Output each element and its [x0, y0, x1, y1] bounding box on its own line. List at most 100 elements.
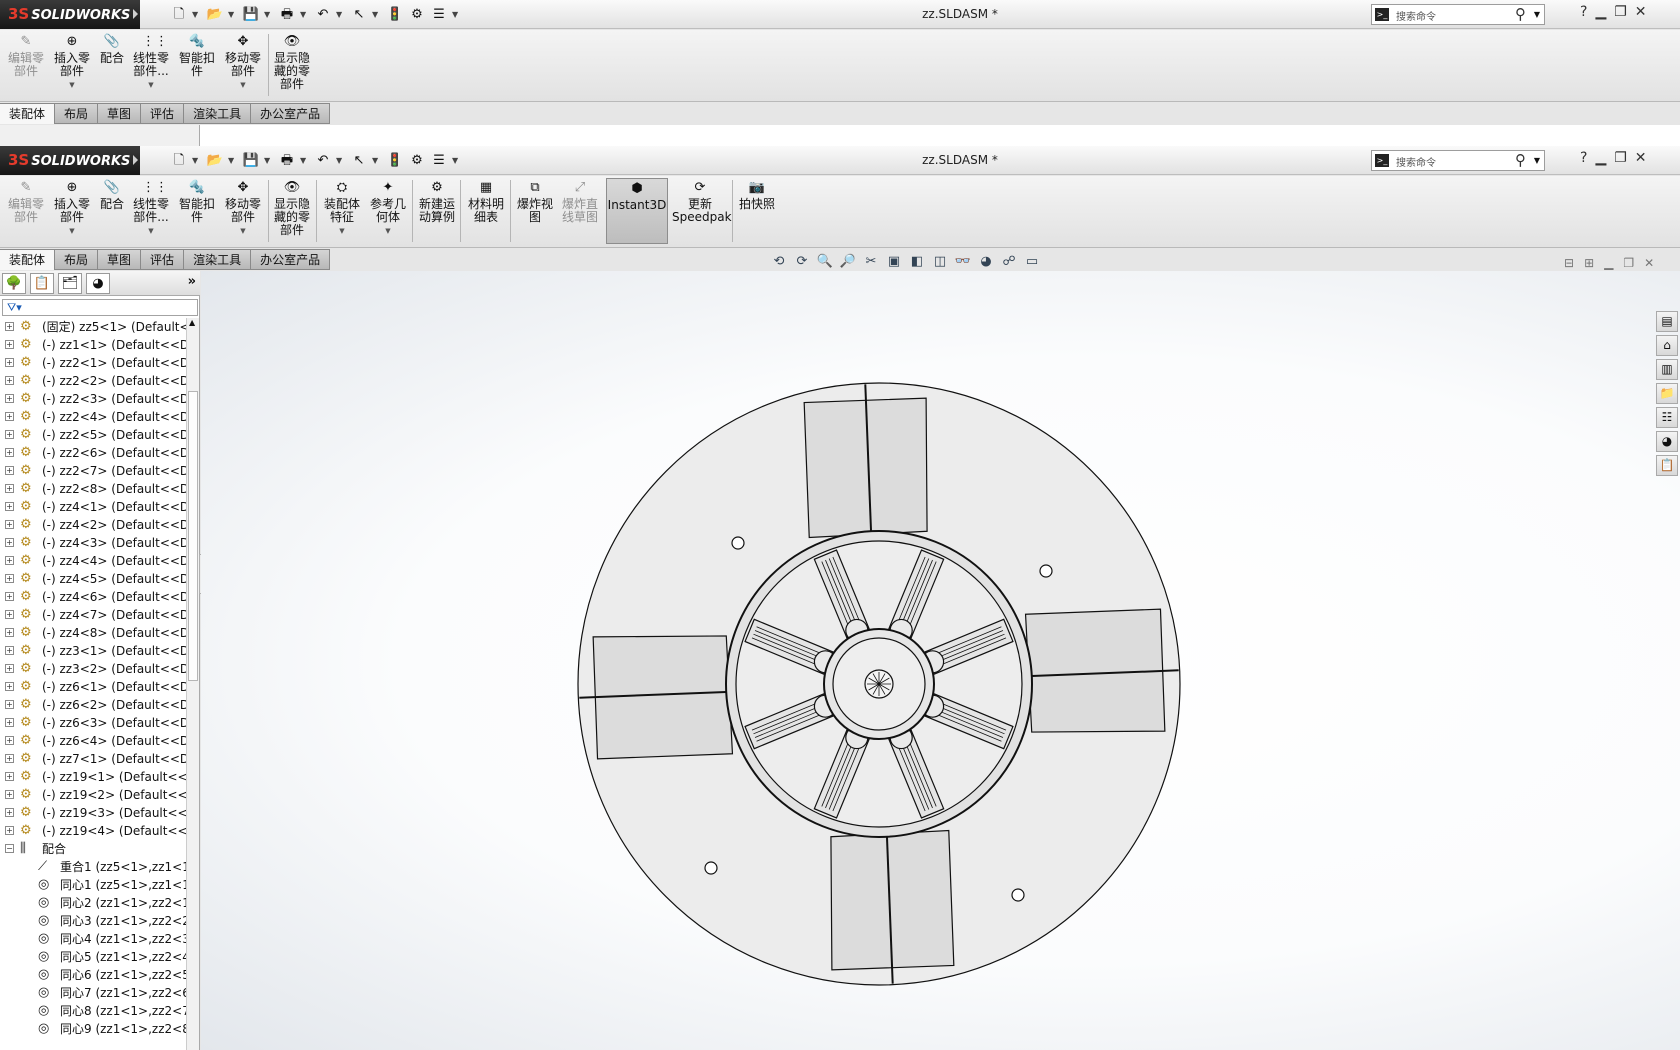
expand-icon[interactable]: +	[5, 448, 14, 457]
tab-evaluate[interactable]: 评估	[141, 103, 185, 124]
update-speedpak-button[interactable]: ⟳ 更新 Speedpak	[672, 180, 732, 242]
expand-icon[interactable]: +	[5, 394, 14, 403]
search-commands[interactable]: >_ 搜索命令 ⚲ ▼	[1371, 4, 1545, 25]
tab-office-products[interactable]: 办公室产品	[251, 249, 331, 270]
tree-item-mate[interactable]: ◎ 同心8 (zz1<1>,zz2<7:	[0, 1002, 186, 1020]
print-icon[interactable]: 🖶	[278, 7, 296, 23]
graphics-area[interactable]	[201, 271, 1680, 1050]
bom-button[interactable]: ▦ 材料明 细表	[464, 180, 508, 242]
tab-sketch[interactable]: 草图	[98, 249, 142, 270]
minimize-icon[interactable]: ▁	[1595, 4, 1606, 20]
expand-icon[interactable]: +	[5, 700, 14, 709]
tab-sketch[interactable]: 草图	[98, 103, 142, 124]
view-settings-icon[interactable]: ☍	[1000, 254, 1018, 269]
chevron-down-icon[interactable]: ▼	[1534, 10, 1540, 19]
tree-item-component[interactable]: + ⚙ (-) zz2<7> (Default<<De	[0, 462, 186, 480]
solidworks-logo[interactable]: 3S SOLIDWORKS	[0, 146, 140, 175]
tree-item-mates-group[interactable]: − ⫼ 配合	[0, 840, 186, 858]
tree-item-component[interactable]: + ⚙ (-) zz4<4> (Default<<De	[0, 552, 186, 570]
expand-icon[interactable]: +	[5, 556, 14, 565]
open-icon[interactable]: 📂	[206, 7, 224, 23]
hide-show-icon[interactable]: ◫	[931, 254, 949, 269]
view-orientation-icon[interactable]: ▣	[885, 254, 903, 269]
minimize-icon[interactable]: ▁	[1595, 150, 1606, 166]
edit-component-button[interactable]: ✎ 编辑零 部件	[6, 180, 46, 242]
tree-item-component[interactable]: + ⚙ (-) zz4<3> (Default<<De	[0, 534, 186, 552]
tab-office-products[interactable]: 办公室产品	[251, 103, 331, 124]
rotate-view-icon[interactable]: ⟳	[793, 254, 811, 269]
undo-icon[interactable]: ↶	[314, 153, 332, 169]
design-library-icon[interactable]: ⌂	[1656, 335, 1678, 356]
tree-item-component[interactable]: + ⚙ (-) zz7<1> (Default<<De	[0, 750, 186, 768]
tree-item-component[interactable]: + ⚙ (-) zz19<3> (Default<<D	[0, 804, 186, 822]
tree-item-component[interactable]: + ⚙ (-) zz2<8> (Default<<De	[0, 480, 186, 498]
solidworks-logo[interactable]: 3S SOLIDWORKS	[0, 0, 140, 29]
expand-icon[interactable]: +	[5, 484, 14, 493]
tree-item-component[interactable]: + ⚙ (-) zz2<4> (Default<<De	[0, 408, 186, 426]
instant3d-button[interactable]: ⬢ Instant3D	[606, 178, 668, 244]
expand-icon[interactable]: +	[5, 466, 14, 475]
tree-scrollbar[interactable]: ▲	[186, 318, 199, 1050]
search-icon[interactable]: ⚲	[1515, 151, 1526, 169]
tab-evaluate[interactable]: 评估	[141, 249, 185, 270]
close-icon[interactable]: ✕	[1635, 4, 1647, 20]
help-icon[interactable]: ?	[1580, 4, 1587, 20]
expand-icon[interactable]: +	[5, 538, 14, 547]
previous-view-icon[interactable]: ⟲	[770, 254, 788, 269]
tree-filter[interactable]: ⛛▾	[2, 299, 198, 316]
tree-item-mate[interactable]: ◎ 同心1 (zz5<1>,zz1<1:	[0, 876, 186, 894]
exploded-view-button[interactable]: ⧉ 爆炸视 图	[514, 180, 556, 242]
select-icon[interactable]: ↖	[350, 7, 368, 23]
expand-icon[interactable]: +	[5, 430, 14, 439]
rebuild-icon[interactable]: 🚦	[386, 153, 404, 169]
tab-assembly[interactable]: 装配体	[0, 103, 56, 124]
assembly-features-button[interactable]: ⛭ 装配体 特征 ▼	[320, 180, 364, 242]
tree-item-component[interactable]: + ⚙ (-) zz4<5> (Default<<De	[0, 570, 186, 588]
zoom-area-icon[interactable]: 🔎	[839, 254, 857, 269]
open-icon[interactable]: 📂	[206, 153, 224, 169]
insert-component-button[interactable]: ⊕ 插入零 部件 ▼	[50, 34, 94, 96]
tab-render-tools[interactable]: 渲染工具	[184, 103, 252, 124]
expand-icon[interactable]: +	[5, 358, 14, 367]
new-icon[interactable]: 🗋	[170, 7, 188, 23]
edit-component-button[interactable]: ✎ 编辑零 部件	[6, 34, 46, 96]
tree-item-component[interactable]: + ⚙ (-) zz1<1> (Default<<De	[0, 336, 186, 354]
new-icon[interactable]: 🗋	[170, 153, 188, 169]
help-icon[interactable]: ?	[1580, 150, 1587, 166]
mate-button[interactable]: 📎 配合	[98, 34, 126, 96]
display-style-icon[interactable]: ◧	[908, 254, 926, 269]
list-icon[interactable]: ☰	[430, 153, 448, 169]
expand-icon[interactable]: +	[5, 772, 14, 781]
tree-item-mate[interactable]: ◎ 同心6 (zz1<1>,zz2<5:	[0, 966, 186, 984]
tree-item-component[interactable]: + ⚙ (固定) zz5<1> (Default<<	[0, 318, 186, 336]
tree-item-component[interactable]: + ⚙ (-) zz3<1> (Default<<De	[0, 642, 186, 660]
collapse-icon[interactable]: −	[5, 844, 14, 853]
options-icon[interactable]: ⚙	[408, 153, 426, 169]
tree-item-component[interactable]: + ⚙ (-) zz2<6> (Default<<De	[0, 444, 186, 462]
configuration-manager-tab-icon[interactable]: 🗂	[58, 273, 82, 294]
assembly-model[interactable]	[201, 271, 1680, 1050]
search-commands[interactable]: >_ 搜索命令 ⚲ ▼	[1371, 150, 1545, 171]
expand-chevron-icon[interactable]: »	[188, 274, 196, 289]
tree-item-component[interactable]: + ⚙ (-) zz2<1> (Default<<De	[0, 354, 186, 372]
view-palette-icon[interactable]: ☷	[1656, 407, 1678, 428]
expand-icon[interactable]: +	[5, 682, 14, 691]
tree-item-component[interactable]: + ⚙ (-) zz2<3> (Default<<De	[0, 390, 186, 408]
expand-icon[interactable]: +	[5, 376, 14, 385]
expand-icon[interactable]: +	[5, 340, 14, 349]
tree-item-component[interactable]: + ⚙ (-) zz4<2> (Default<<De	[0, 516, 186, 534]
expand-icon[interactable]: +	[5, 664, 14, 673]
custom-properties-icon[interactable]: 📋	[1656, 455, 1678, 476]
smart-fasteners-button[interactable]: 🔩 智能扣 件	[176, 34, 218, 96]
scrollbar-thumb[interactable]	[188, 391, 198, 681]
expand-icon[interactable]: +	[5, 718, 14, 727]
appearances-icon[interactable]: ◕	[1656, 431, 1678, 452]
property-manager-tab-icon[interactable]: 📋	[30, 273, 54, 294]
expand-icon[interactable]: +	[5, 808, 14, 817]
show-hidden-components-button[interactable]: 👁 显示隐 藏的零 部件	[272, 180, 312, 242]
save-icon[interactable]: 💾	[242, 153, 260, 169]
tree-item-mate[interactable]: ◎ 同心4 (zz1<1>,zz2<3:	[0, 930, 186, 948]
tree-item-component[interactable]: + ⚙ (-) zz4<8> (Default<<De	[0, 624, 186, 642]
monitor-icon[interactable]: ▭	[1023, 254, 1041, 269]
move-component-button[interactable]: ✥ 移动零 部件 ▼	[222, 180, 264, 242]
